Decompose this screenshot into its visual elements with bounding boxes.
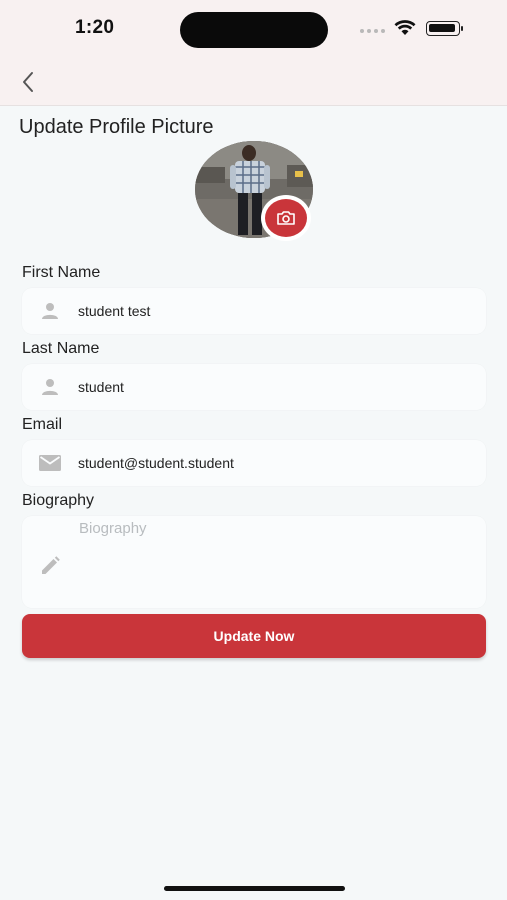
back-button[interactable] <box>14 68 42 96</box>
change-photo-button[interactable] <box>261 195 311 241</box>
biography-label: Biography <box>22 492 95 509</box>
status-bar: 1:20 <box>0 0 507 58</box>
pencil-icon <box>42 556 60 574</box>
update-now-button[interactable]: Update Now <box>22 614 486 658</box>
email-field[interactable]: student@student.student <box>22 440 486 486</box>
last-name-field[interactable]: student <box>22 364 486 410</box>
wifi-icon <box>394 20 416 35</box>
first-name-label: First Name <box>22 264 101 281</box>
biography-field[interactable]: Biography <box>22 516 486 608</box>
last-name-label: Last Name <box>22 340 100 357</box>
email-label: Email <box>22 416 63 433</box>
battery-icon <box>426 21 463 36</box>
email-value: student@student.student <box>78 455 234 471</box>
navigation-bar <box>0 58 507 106</box>
camera-icon <box>277 211 295 225</box>
dynamic-island <box>180 12 328 48</box>
status-time: 1:20 <box>75 17 115 38</box>
biography-placeholder: Biography <box>79 520 147 537</box>
person-icon <box>42 303 58 319</box>
profile-picture-section <box>195 141 315 241</box>
cellular-signal-icon <box>360 28 386 34</box>
chevron-left-icon <box>23 72 33 92</box>
last-name-value: student <box>78 379 124 395</box>
person-icon <box>42 379 58 395</box>
first-name-field[interactable]: student test <box>22 288 486 334</box>
page-title: Update Profile Picture <box>19 116 214 138</box>
home-indicator <box>164 886 345 891</box>
first-name-value: student test <box>78 303 151 319</box>
mail-icon <box>39 455 61 471</box>
